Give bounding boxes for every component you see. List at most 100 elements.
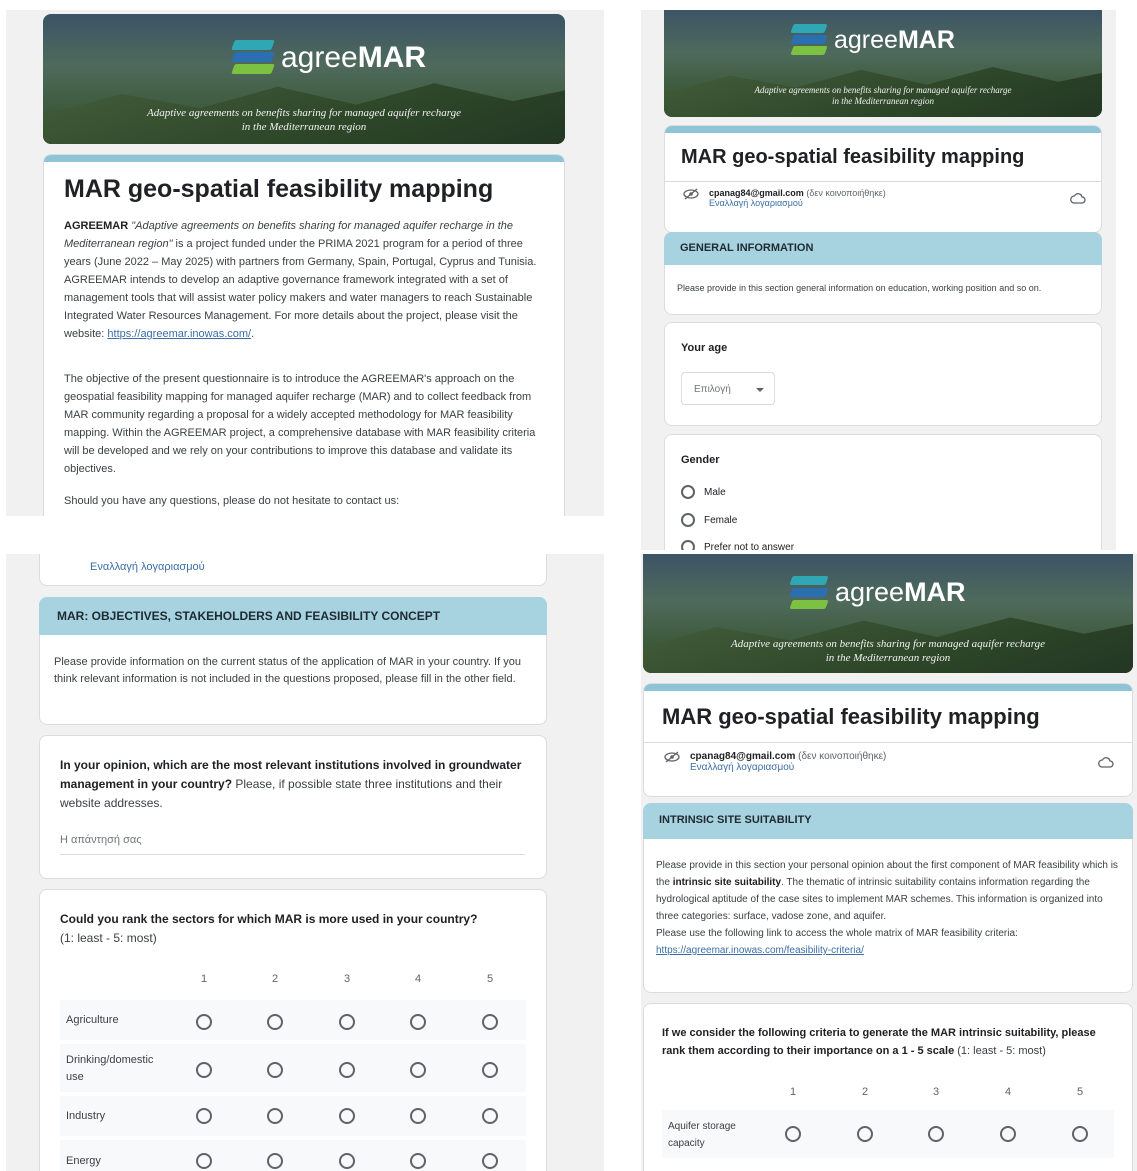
radio-button[interactable] [410,1108,426,1124]
radio-button[interactable] [785,1126,801,1142]
grid-row [60,1000,526,1040]
scale-label: 3 [932,1086,940,1098]
title-card: MAR geo-spatial feasibility mapping cpan… [664,125,1102,233]
panel-general-info: agreeMAR Adaptive agreements on benefits… [641,10,1116,550]
contact-text: Should you have any questions, please do… [64,495,400,507]
section-header: MAR: OBJECTIVES, STAKEHOLDERS AND FEASIB… [39,597,547,635]
panel-objectives: Εναλλαγή λογαριασμού MAR: OBJECTIVES, ST… [6,554,604,1171]
question-gender: Gender Male Female Prefer not to answer [664,434,1102,550]
radio-button[interactable] [482,1062,498,1078]
section-general-info: GENERAL INFORMATION Please provide in th… [664,232,1102,315]
row-label: Agriculture [66,1014,119,1026]
title-card: MAR geo-spatial feasibility mapping cpan… [643,683,1133,797]
scale-label: 5 [486,973,494,985]
radio-button[interactable] [339,1014,355,1030]
radio-button[interactable] [267,1153,283,1169]
hidden-eye-icon [683,188,699,200]
scale-label: 1 [200,973,208,985]
account-info: Εναλλαγή λογαριασμού [90,561,205,573]
radio-button[interactable] [681,540,695,550]
question-label: In your opinion, which are the most rele… [60,758,522,810]
radio-button[interactable] [410,1153,426,1169]
tagline: Adaptive agreements on benefits sharing … [146,107,462,133]
grid-row [60,1096,526,1136]
row-label: Energy [66,1155,101,1167]
radio-button[interactable] [857,1126,873,1142]
section-objectives: MAR: OBJECTIVES, STAKEHOLDERS AND FEASIB… [39,597,547,725]
radio-button[interactable] [681,485,695,499]
radio-button[interactable] [339,1062,355,1078]
scale-label: 2 [271,973,279,985]
gender-option[interactable]: Female [681,513,737,527]
scale-label: 4 [1004,1086,1012,1098]
radio-button[interactable] [196,1153,212,1169]
section-header: INTRINSIC SITE SUITABILITY [643,803,1133,839]
question-label: Your age [681,342,728,354]
radio-button[interactable] [482,1014,498,1030]
radio-button[interactable] [1072,1126,1088,1142]
website-link[interactable]: https://agreemar.inowas.com/ [107,328,251,340]
question-sectors: Could you rank the sectors for which MAR… [39,889,547,1171]
switch-account-link[interactable]: Εναλλαγή λογαριασμού [90,561,205,573]
radio-button[interactable] [482,1108,498,1124]
intro-paragraph: AGREEMAR "Adaptive agreements on benefit… [64,220,537,340]
gender-option[interactable]: Male [681,485,726,499]
cloud-save-icon [1070,193,1086,204]
question-age: Your age Επιλογή [664,322,1102,426]
question-label: Could you rank the sectors for which MAR… [60,912,478,945]
panel-intro: agreeMAR Adaptive agreements on benefits… [6,10,604,516]
agreemar-logo: agreeMAR [231,40,426,76]
radio-button[interactable] [196,1014,212,1030]
radio-button[interactable] [196,1062,212,1078]
section-intrinsic: INTRINSIC SITE SUITABILITY Please provid… [643,803,1133,993]
radio-button[interactable] [410,1062,426,1078]
hidden-eye-icon [664,751,680,763]
scale-label: 5 [1076,1086,1084,1098]
account-info: cpanag84@gmail.com (δεν κοινοποιήθηκε) Εν… [683,188,886,208]
section-description: Please provide in this section general i… [677,283,1042,293]
row-label: Industry [66,1110,106,1122]
radio-button[interactable] [196,1108,212,1124]
question-criteria-ranking: If we consider the following criteria to… [643,1003,1133,1171]
dropdown-arrow-icon [756,388,764,392]
account-card: Εναλλαγή λογαριασμού [39,554,547,586]
radio-button[interactable] [267,1062,283,1078]
header-banner: agreeMAR Adaptive agreements on benefits… [643,554,1133,673]
question-institutions: In your opinion, which are the most rele… [39,735,547,879]
switch-account-link[interactable]: Εναλλαγή λογαριασμού [690,762,794,773]
row-label: Drinking/domestic use [66,1054,154,1083]
header-banner: agreeMAR Adaptive agreements on benefits… [664,10,1102,117]
radio-button[interactable] [928,1126,944,1142]
scale-label: 3 [343,973,351,985]
radio-button[interactable] [267,1014,283,1030]
age-dropdown[interactable]: Επιλογή [681,372,775,405]
switch-account-link[interactable]: Εναλλαγή λογαριασμού [709,198,803,208]
page-title: MAR geo-spatial feasibility mapping [64,175,494,203]
agreemar-logo: agreeMAR [789,576,966,609]
gender-option[interactable]: Prefer not to answer [681,540,794,550]
question-label: Gender [681,454,720,466]
radio-button[interactable] [339,1108,355,1124]
criteria-link[interactable]: https://agreemar.inowas.com/feasibility-… [656,945,864,956]
radio-button[interactable] [681,513,695,527]
title-card: MAR geo-spatial feasibility mapping AGRE… [43,154,565,516]
row-label: Aquifer storage capacity [668,1121,736,1149]
section-description: Please provide in this section your pers… [656,860,1118,956]
radio-button[interactable] [339,1153,355,1169]
radio-button[interactable] [267,1108,283,1124]
page-title: MAR geo-spatial feasibility mapping [662,704,1040,729]
scale-label: 2 [861,1086,869,1098]
agreemar-logo: agreeMAR [790,24,955,56]
page-title: MAR geo-spatial feasibility mapping [681,146,1025,168]
question-label: If we consider the following criteria to… [662,1027,1096,1057]
panel-intrinsic-suitability: agreeMAR Adaptive agreements on benefits… [641,554,1137,1171]
radio-button[interactable] [410,1014,426,1030]
section-header: GENERAL INFORMATION [664,232,1102,265]
answer-input[interactable]: Η απάντησή σας [60,834,525,855]
radio-button[interactable] [1000,1126,1016,1142]
section-description: Please provide information on the curren… [54,656,521,685]
grid-row [60,1140,526,1171]
radio-button[interactable] [482,1153,498,1169]
account-info: cpanag84@gmail.com (δεν κοινοποιήθηκε) Εν… [664,751,886,773]
tagline: Adaptive agreements on benefits sharing … [730,638,1046,664]
